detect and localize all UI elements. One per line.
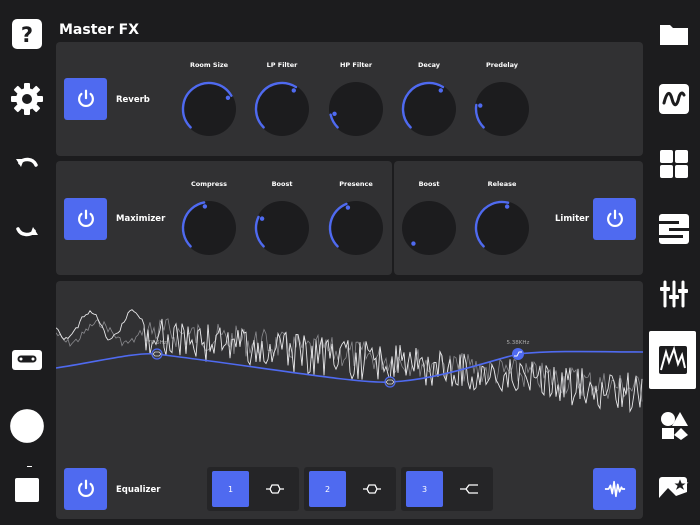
- eq-band-3-handle[interactable]: [512, 348, 524, 360]
- shapes-icon: [661, 412, 688, 440]
- knob-label-compress: Compress: [190, 180, 227, 188]
- knob-indicator-dot: [411, 241, 416, 246]
- shelf-filter-icon[interactable]: [459, 483, 479, 495]
- waveform-button[interactable]: [657, 82, 691, 116]
- redo-icon: [16, 227, 38, 237]
- image-button[interactable]: [657, 473, 691, 507]
- power-icon: [77, 89, 94, 108]
- waveform-icon: [659, 84, 689, 114]
- eq-band-1-button[interactable]: 1: [212, 471, 249, 507]
- lp-filter-knob[interactable]: [253, 80, 311, 138]
- spectrum-analyzer-trace: [56, 309, 643, 414]
- sequencer-button[interactable]: [657, 212, 691, 246]
- separator-mark: [27, 466, 32, 467]
- presence-knob[interactable]: [327, 199, 385, 257]
- limiter-power-button[interactable]: [593, 198, 636, 240]
- eq-band-3-selector: 3: [401, 467, 493, 511]
- cassette-button[interactable]: [10, 343, 44, 377]
- knob-label-decay: Decay: [417, 61, 441, 69]
- stop-button[interactable]: [10, 473, 44, 507]
- sequencer-icon: [659, 214, 689, 244]
- reverb-power-button[interactable]: [64, 78, 107, 120]
- decay-knob[interactable]: [400, 80, 458, 138]
- eq-band-2-button[interactable]: 2: [309, 471, 346, 507]
- knob-indicator-dot: [504, 204, 510, 209]
- eq-high-band-label: 5.38KHz: [507, 340, 530, 346]
- eq-low-band-label: 78.6Hz: [147, 340, 166, 346]
- release-knob[interactable]: [473, 199, 531, 257]
- master-fx-icon: [658, 345, 687, 374]
- settings-gear-icon: [11, 83, 43, 115]
- predelay-knob[interactable]: [473, 80, 531, 138]
- undo-icon: [16, 157, 38, 167]
- knob-label-room-size: Room Size: [189, 61, 229, 69]
- limiter-boost-knob[interactable]: [400, 199, 458, 257]
- shapes-button[interactable]: [657, 408, 691, 442]
- page-title: Master FX: [59, 22, 140, 38]
- knob-indicator-dot: [225, 95, 231, 101]
- limiter-label: Limiter: [555, 214, 590, 224]
- knob-label-presence: Presence: [339, 180, 373, 188]
- cassette-icon: [12, 350, 42, 370]
- undo-button[interactable]: [10, 148, 44, 182]
- knob-indicator-dot: [202, 204, 208, 209]
- equalizer-power-button[interactable]: [64, 468, 107, 510]
- knob-indicator-dot: [478, 103, 483, 108]
- hp-filter-knob[interactable]: [327, 80, 385, 138]
- max-boost-knob[interactable]: [253, 199, 311, 257]
- compress-knob[interactable]: [180, 199, 238, 257]
- bell-filter-icon[interactable]: [265, 483, 285, 495]
- equalizer-graph[interactable]: 78.6Hz 5.38KHz: [56, 284, 643, 434]
- record-button[interactable]: [8, 407, 46, 445]
- eq-band-2-selector: 2: [304, 467, 396, 511]
- knob-indicator-dot: [291, 88, 296, 93]
- knob-label-hp-filter: HP Filter: [339, 61, 373, 69]
- eq-band-1-selector: 1: [207, 467, 299, 511]
- grid-icon: [660, 150, 688, 178]
- grid-button[interactable]: [657, 147, 691, 181]
- eq-band-2-handle[interactable]: [384, 376, 396, 388]
- folder-button[interactable]: [657, 17, 691, 51]
- power-icon: [77, 209, 94, 228]
- power-icon: [606, 209, 623, 228]
- knob-label-limiter-boost: Boost: [418, 180, 440, 188]
- master-fx-tab[interactable]: [649, 331, 696, 389]
- mixer-sliders-icon: [660, 280, 688, 308]
- eq-band-3-button[interactable]: 3: [406, 471, 443, 507]
- maximizer-power-button[interactable]: [64, 198, 107, 240]
- record-circle-icon: [10, 409, 44, 443]
- eq-band-1-handle[interactable]: [151, 348, 163, 360]
- stop-square-icon: [15, 478, 39, 502]
- knob-label-release: Release: [487, 180, 517, 188]
- spectrum-wave-icon: [604, 480, 625, 498]
- knob-label-lp-filter: LP Filter: [266, 61, 298, 69]
- help-icon: ?: [12, 19, 42, 49]
- knob-indicator-dot: [259, 216, 265, 221]
- svg-text:?: ?: [21, 23, 33, 47]
- knob-indicator-dot: [345, 205, 351, 210]
- help-button[interactable]: ?: [10, 17, 44, 51]
- image-star-icon: [659, 476, 689, 503]
- folder-icon: [660, 25, 688, 45]
- equalizer-label: Equalizer: [116, 485, 161, 495]
- knob-label-predelay: Predelay: [485, 61, 519, 69]
- maximizer-label: Maximizer: [116, 214, 166, 224]
- settings-button[interactable]: [10, 82, 44, 116]
- redo-button[interactable]: [10, 212, 44, 246]
- knob-indicator-dot: [438, 88, 443, 93]
- room-size-knob[interactable]: [180, 80, 238, 138]
- power-icon: [77, 479, 94, 498]
- mixer-button[interactable]: [657, 277, 691, 311]
- knob-indicator-dot: [332, 111, 337, 116]
- spectrum-analyzer-button[interactable]: [593, 468, 636, 510]
- knob-label-max-boost: Boost: [271, 180, 293, 188]
- bell-filter-icon[interactable]: [362, 483, 382, 495]
- reverb-label: Reverb: [116, 95, 150, 105]
